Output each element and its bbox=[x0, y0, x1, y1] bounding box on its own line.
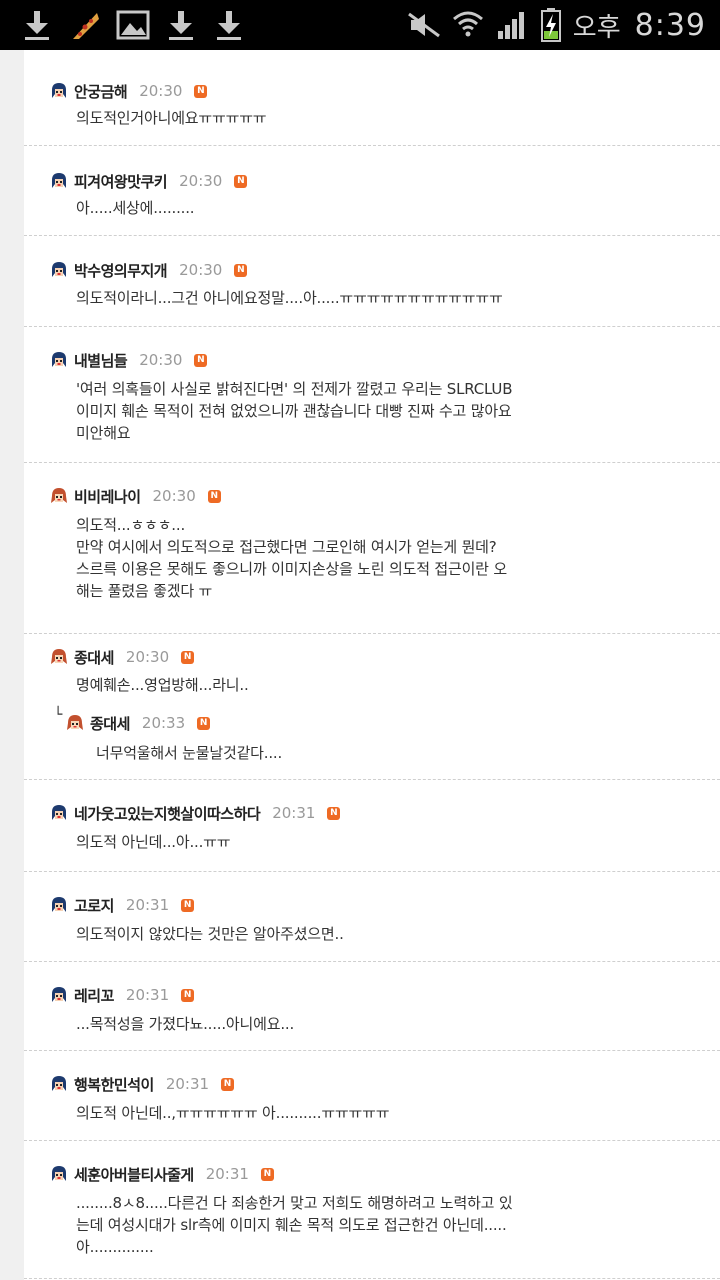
comment-time: 20:31 bbox=[165, 1075, 210, 1093]
comment-item: 안궁금해 20:30 N 의도적인거아니에요ㅠㅠㅠㅠㅠ bbox=[24, 50, 720, 146]
new-badge: N bbox=[197, 716, 211, 730]
comment-list[interactable]: 안궁금해 20:30 N 의도적인거아니에요ㅠㅠㅠㅠㅠ 피겨여왕맛쿠키 20:3… bbox=[24, 50, 720, 1280]
comment-item: 피겨여왕맛쿠키 20:30 N 아.....세상에......... bbox=[24, 145, 720, 236]
avatar-icon bbox=[50, 261, 68, 279]
comment-text: 의도적...ㅎㅎㅎ... 만약 여시에서 의도적으로 접근했다면 그로인해 여시… bbox=[76, 514, 636, 602]
reply-indicator-icon: └ bbox=[54, 707, 63, 723]
new-badge: N bbox=[194, 84, 208, 98]
comment-author[interactable]: 박수영의무지개 bbox=[74, 260, 168, 281]
comment-author[interactable]: 행복한민석이 bbox=[74, 1074, 154, 1095]
comment-item: 세훈아버블티사줄게 20:31 N ........8ㅅ8.....다른건 다 … bbox=[24, 1140, 720, 1279]
comment-time: 20:30 bbox=[179, 172, 223, 190]
battery-charging-icon bbox=[539, 8, 563, 42]
new-badge: N bbox=[327, 806, 341, 820]
comment-time: 20:30 bbox=[152, 487, 196, 505]
wifi-icon bbox=[451, 8, 485, 42]
comment-time: 20:30 bbox=[125, 648, 170, 666]
download-icon bbox=[212, 8, 246, 42]
comment-text: '여러 의혹들이 사실로 밝혀진다면' 의 전제가 깔렸고 우리는 SLRCLU… bbox=[76, 378, 636, 444]
comment-line: 의도적...ㅎㅎㅎ... bbox=[76, 516, 186, 534]
comment-text: 의도적이지 않았다는 것만은 알아주셨으면.. bbox=[76, 925, 344, 943]
reply-author[interactable]: 종대세 bbox=[90, 713, 130, 734]
comment-text: 의도적이라니...그건 아니에요정말....아.....ㅠㅠㅠㅠㅠㅠㅠㅠㅠㅠㅠㅠ bbox=[76, 289, 503, 307]
new-badge: N bbox=[181, 650, 195, 664]
pizza-icon bbox=[68, 8, 102, 42]
comment-item: 비비레나이 20:30 N 의도적...ㅎㅎㅎ... 만약 여시에서 의도적으로… bbox=[24, 462, 720, 634]
comment-text: ...목적성을 가졌다뇨.....아니에요... bbox=[76, 1015, 295, 1033]
avatar-icon bbox=[50, 351, 68, 369]
new-badge: N bbox=[181, 898, 195, 912]
comment-line: 미안해요 bbox=[76, 424, 131, 442]
comment-time: 20:31 bbox=[125, 896, 170, 914]
avatar-icon bbox=[50, 648, 68, 666]
comment-line: 만약 여시에서 의도적으로 접근했다면 그로인해 여시가 얻는게 뭔데? bbox=[76, 538, 497, 556]
comment-line: 이미지 훼손 목적이 전혀 없었으니까 괜찮습니다 대빵 진짜 수고 많아요 bbox=[76, 402, 512, 420]
comment-item: 레리꼬 20:31 N ...목적성을 가졌다뇨.....아니에요... bbox=[24, 961, 720, 1051]
comment-author[interactable]: 내별님들 bbox=[74, 350, 128, 371]
comment-line: ........8ㅅ8.....다른건 다 죄송한거 맞고 저희도 해명하려고 … bbox=[76, 1194, 513, 1212]
avatar-icon bbox=[50, 82, 68, 100]
avatar-icon bbox=[50, 896, 68, 914]
reply-text: 너무억울해서 눈물날것같다.... bbox=[96, 744, 283, 762]
comment-item: 행복한민석이 20:31 N 의도적 아닌데..,ㅠㅠㅠㅠㅠㅠ 아.......… bbox=[24, 1050, 720, 1141]
comment-time: 20:30 bbox=[139, 82, 183, 100]
comment-author[interactable]: 네가웃고있는지햇살이따스하다 bbox=[74, 803, 261, 824]
comment-line: 는데 여성시대가 slr측에 이미지 훼손 목적 의도로 접근한건 아닌데...… bbox=[76, 1216, 507, 1234]
comment-author[interactable]: 피겨여왕맛쿠키 bbox=[74, 171, 168, 192]
comment-author[interactable]: 레리꼬 bbox=[74, 985, 114, 1006]
reply-time: 20:33 bbox=[141, 714, 186, 732]
download-icon bbox=[20, 8, 54, 42]
new-badge: N bbox=[260, 1167, 274, 1181]
comment-author[interactable]: 세훈아버블티사줄게 bbox=[74, 1164, 194, 1185]
comment-item: 내별님들 20:30 N '여러 의혹들이 사실로 밝혀진다면' 의 전제가 깔… bbox=[24, 326, 720, 463]
comment-item: 종대세 20:30 N 명예훼손...영업방해...라니.. └ 종대세 20:… bbox=[24, 633, 720, 780]
avatar-icon bbox=[50, 1075, 68, 1093]
reply-header: 종대세 20:33 N bbox=[66, 711, 211, 735]
new-badge: N bbox=[194, 353, 208, 367]
system-icons: 오후 8:39 bbox=[407, 6, 706, 44]
avatar-icon bbox=[50, 172, 68, 190]
comment-text: 아.....세상에......... bbox=[76, 199, 195, 217]
avatar-icon bbox=[50, 986, 68, 1004]
comment-time: 20:30 bbox=[179, 261, 223, 279]
new-badge: N bbox=[207, 489, 221, 503]
comment-text: ........8ㅅ8.....다른건 다 죄송한거 맞고 저희도 해명하려고 … bbox=[76, 1192, 636, 1258]
comment-item: 네가웃고있는지햇살이따스하다 20:31 N 의도적 아닌데...아...ㅠㅠ bbox=[24, 779, 720, 872]
signal-icon bbox=[495, 8, 529, 42]
status-bar: 오후 8:39 bbox=[0, 0, 720, 50]
notification-icons bbox=[20, 6, 246, 44]
comment-time: 20:31 bbox=[272, 804, 316, 822]
comment-time: 20:31 bbox=[205, 1165, 249, 1183]
avatar-icon bbox=[50, 804, 68, 822]
image-icon bbox=[116, 8, 150, 42]
comment-text: 명예훼손...영업방해...라니.. bbox=[76, 676, 249, 694]
comment-text: 의도적인거아니에요ㅠㅠㅠㅠㅠ bbox=[76, 109, 267, 127]
comment-line: 아.............. bbox=[76, 1238, 154, 1256]
comment-time: 20:30 bbox=[139, 351, 183, 369]
new-badge: N bbox=[221, 1077, 235, 1091]
comment-line: 해는 풀렸음 좋겠다 ㅠ bbox=[76, 582, 213, 600]
comment-line: '여러 의혹들이 사실로 밝혀진다면' 의 전제가 깔렸고 우리는 SLRCLU… bbox=[76, 380, 513, 398]
comment-item: 고로지 20:31 N 의도적이지 않았다는 것만은 알아주셨으면.. bbox=[24, 871, 720, 962]
comment-text: 의도적 아닌데..,ㅠㅠㅠㅠㅠㅠ 아..........ㅠㅠㅠㅠㅠ bbox=[76, 1104, 390, 1122]
new-badge: N bbox=[234, 263, 248, 277]
avatar-icon bbox=[50, 1165, 68, 1183]
comment-line: 스르륵 이용은 못해도 좋으니까 이미지손상을 노린 의도적 접근이란 오 bbox=[76, 560, 507, 578]
mute-icon bbox=[407, 8, 441, 42]
comment-time: 20:31 bbox=[125, 986, 170, 1004]
avatar-icon bbox=[50, 487, 68, 505]
download-icon bbox=[164, 8, 198, 42]
comment-item: 박수영의무지개 20:30 N 의도적이라니...그건 아니에요정말....아.… bbox=[24, 235, 720, 327]
comment-author[interactable]: 비비레나이 bbox=[74, 486, 141, 507]
new-badge: N bbox=[234, 174, 248, 188]
comment-author[interactable]: 고로지 bbox=[74, 895, 114, 916]
new-badge: N bbox=[181, 988, 195, 1002]
clock: 8:39 bbox=[634, 7, 706, 43]
avatar-icon bbox=[66, 714, 84, 732]
comment-author[interactable]: 안궁금해 bbox=[74, 81, 128, 102]
comment-text: 의도적 아닌데...아...ㅠㅠ bbox=[76, 833, 231, 851]
comment-author[interactable]: 종대세 bbox=[74, 647, 114, 668]
ampm-label: 오후 bbox=[572, 12, 621, 43]
